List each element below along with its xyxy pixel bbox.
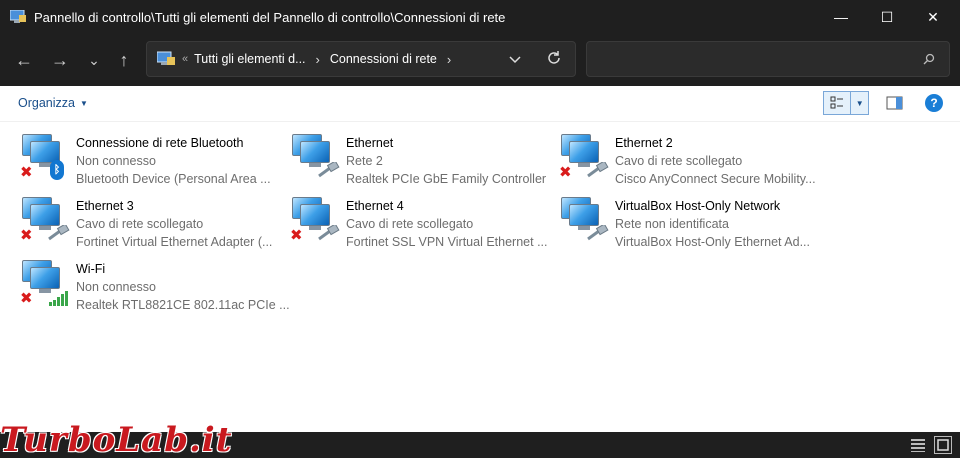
disconnected-x-icon: ✖	[20, 290, 33, 307]
window-title: Pannello di controllo\Tutti gli elementi…	[34, 9, 506, 25]
minimize-button[interactable]: —	[818, 0, 864, 34]
connection-name: Ethernet 3	[76, 199, 134, 213]
list-item[interactable]: ᛒ ✖ Connessione di rete Bluetooth Non co…	[18, 126, 283, 186]
view-options-caret-icon[interactable]: ▼	[851, 92, 868, 114]
maximize-button[interactable]: ☐	[864, 0, 910, 34]
caret-down-icon: ▼	[79, 98, 88, 108]
connection-device: Fortinet Virtual Ethernet Adapter (...	[76, 235, 273, 249]
wifi-signal-icon	[48, 290, 70, 306]
connection-status: Non connesso	[76, 280, 156, 294]
connection-name: Ethernet 4	[346, 199, 404, 213]
organize-label: Organizza	[18, 96, 75, 110]
preview-pane-icon[interactable]	[886, 95, 904, 111]
disconnected-x-icon: ✖	[290, 227, 303, 244]
refresh-icon[interactable]	[545, 49, 563, 69]
connection-name: Ethernet 2	[615, 136, 673, 150]
forward-button[interactable]: →	[46, 48, 74, 72]
control-panel-icon	[156, 51, 175, 67]
large-icons-view-icon[interactable]	[934, 436, 952, 454]
connection-name: Ethernet	[346, 136, 394, 150]
connection-status: Rete non identificata	[615, 217, 729, 231]
address-dropdown-chevron-icon[interactable]	[507, 51, 523, 67]
address-bar[interactable]: « Tutti gli elementi d... › Connessioni …	[146, 41, 576, 77]
connection-status: Cavo di rete scollegato	[615, 154, 743, 168]
connection-device: Bluetooth Device (Personal Area ...	[76, 172, 271, 186]
connection-status: Non connesso	[76, 154, 156, 168]
list-item[interactable]: ✖ Wi-Fi Non connesso Realtek RTL8821CE 8…	[18, 252, 290, 312]
close-button[interactable]: ✕	[910, 0, 956, 34]
breadcrumb-separator[interactable]: ›	[316, 52, 320, 67]
network-adapter-icon: ᛒ ✖	[18, 126, 74, 182]
details-view-icon[interactable]	[910, 437, 926, 453]
list-item[interactable]: ✖ Ethernet 4 Cavo di rete scollegato For…	[288, 189, 553, 249]
connection-device: Realtek PCIe GbE Family Controller	[346, 172, 547, 186]
bluetooth-icon: ᛒ	[50, 160, 64, 180]
connection-status: Cavo di rete scollegato	[346, 217, 474, 231]
search-icon[interactable]	[923, 53, 935, 65]
connection-name: Connessione di rete Bluetooth	[76, 136, 244, 150]
disconnected-x-icon: ✖	[20, 227, 33, 244]
ethernet-cable-icon	[318, 160, 340, 178]
view-tiles-icon[interactable]	[824, 92, 852, 114]
breadcrumb-overflow[interactable]: «	[182, 53, 188, 65]
network-adapter-icon: ✖	[18, 252, 74, 308]
list-item[interactable]: VirtualBox Host-Only Network Rete non id…	[557, 189, 822, 249]
network-adapter-icon: ✖	[288, 189, 344, 245]
breadcrumb-all-items[interactable]: Tutti gli elementi d...	[194, 52, 305, 66]
connection-name: Wi-Fi	[76, 262, 106, 276]
search-input[interactable]	[595, 50, 915, 68]
network-connections-list: ᛒ ✖ Connessione di rete Bluetooth Non co…	[0, 122, 960, 432]
navigation-bar: ← → ⌄ ↑ « Tutti gli elementi d... › Conn…	[0, 34, 960, 86]
network-adapter-icon: ✖	[18, 189, 74, 245]
list-item[interactable]: ✖ Ethernet 2 Cavo di rete scollegato Cis…	[557, 126, 822, 186]
help-button[interactable]: ?	[925, 94, 943, 112]
connection-device: Fortinet SSL VPN Virtual Ethernet ...	[346, 235, 548, 249]
disconnected-x-icon: ✖	[20, 164, 33, 181]
connection-status: Rete 2	[346, 154, 383, 168]
list-item[interactable]: Ethernet Rete 2 Realtek PCIe GbE Family …	[288, 126, 553, 186]
back-button[interactable]: ←	[10, 48, 38, 72]
network-adapter-icon: ✖	[557, 126, 613, 182]
organize-button[interactable]: Organizza ▼	[18, 96, 88, 110]
ethernet-cable-icon	[587, 223, 609, 241]
connection-device: Realtek RTL8821CE 802.11ac PCIe ...	[76, 298, 290, 312]
network-adapter-icon	[288, 126, 344, 182]
connection-device: Cisco AnyConnect Secure Mobility...	[615, 172, 816, 186]
disconnected-x-icon: ✖	[559, 164, 572, 181]
command-bar: Organizza ▼ ▼ ?	[0, 86, 960, 122]
connection-device: VirtualBox Host-Only Ethernet Ad...	[615, 235, 811, 249]
title-bar: Pannello di controllo\Tutti gli elementi…	[0, 0, 960, 34]
list-item[interactable]: ✖ Ethernet 3 Cavo di rete scollegato For…	[18, 189, 283, 249]
ethernet-cable-icon	[587, 160, 609, 178]
watermark-logo: TurboLab.it	[0, 420, 233, 458]
breadcrumb-network-connections[interactable]: Connessioni di rete	[330, 52, 437, 66]
recent-locations-button[interactable]: ⌄	[80, 48, 108, 72]
control-panel-icon	[9, 9, 26, 24]
breadcrumb-separator[interactable]: ›	[447, 52, 451, 67]
ethernet-cable-icon	[318, 223, 340, 241]
search-box[interactable]	[586, 41, 950, 77]
connection-name: VirtualBox Host-Only Network	[615, 199, 781, 213]
connection-status: Cavo di rete scollegato	[76, 217, 204, 231]
change-view-button[interactable]: ▼	[823, 91, 869, 115]
network-adapter-icon	[557, 189, 613, 245]
ethernet-cable-icon	[48, 223, 70, 241]
up-button[interactable]: ↑	[110, 48, 138, 72]
